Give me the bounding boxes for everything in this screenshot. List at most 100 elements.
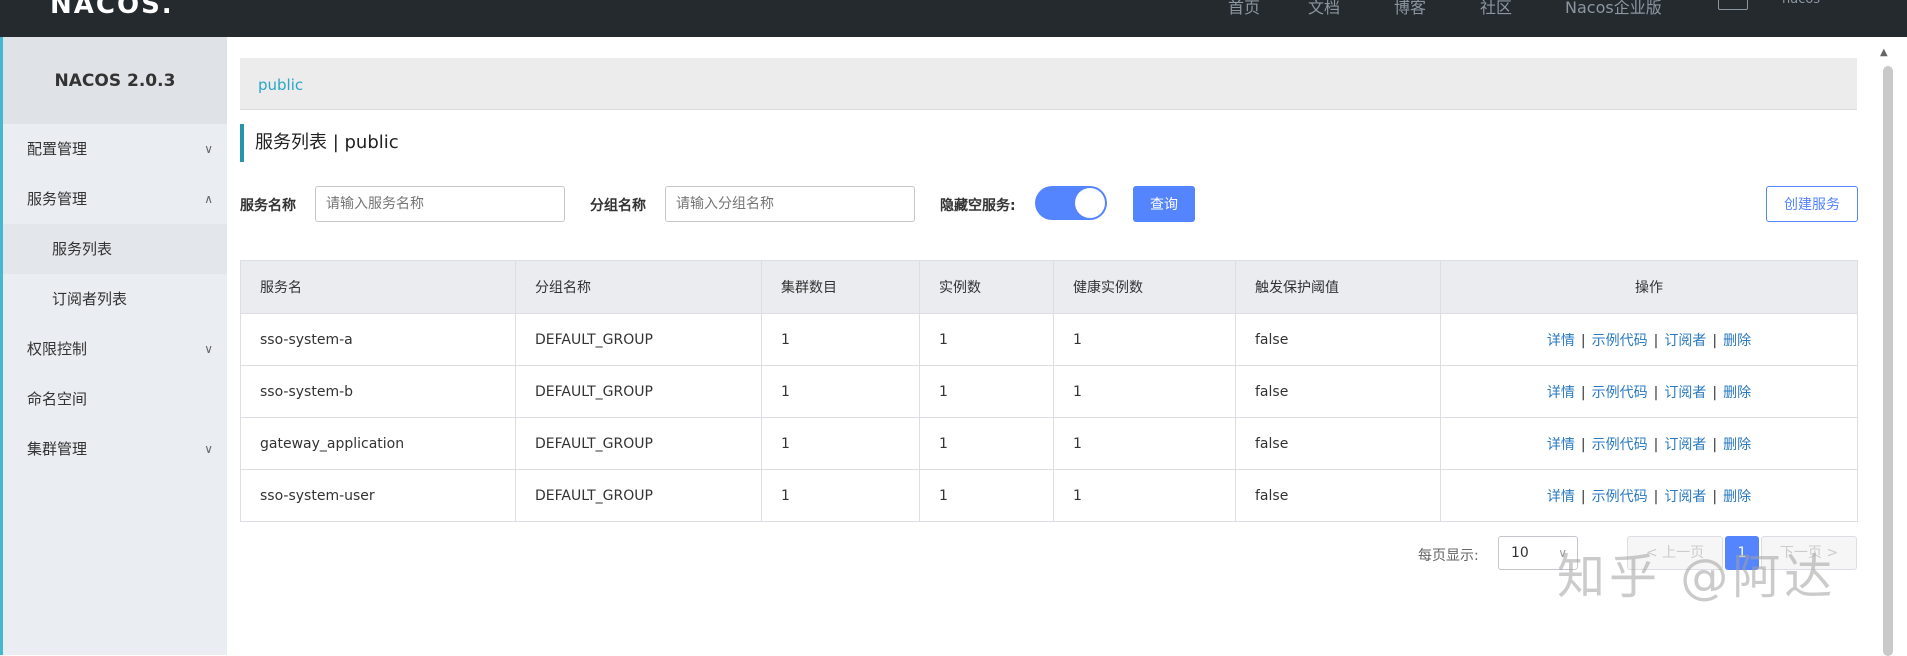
service-name-label: 服务名称: [240, 198, 296, 214]
cell-operations: 详情 | 示例代码 | 订阅者 | 删除: [1440, 469, 1858, 522]
cell-cluster-count: 1: [761, 313, 920, 366]
sidebar-item-label: 命名空间: [27, 390, 88, 408]
cell-cluster-count: 1: [761, 417, 920, 470]
service-name-input[interactable]: [315, 186, 565, 222]
sidebar: NACOS 2.0.3 配置管理 ∨ 服务管理 ∧ 服务列表 订阅者列表 权限控…: [0, 37, 227, 655]
service-table: 服务名 分组名称 集群数目 实例数 健康实例数 触发保护阈值 操作 sso-sy…: [240, 260, 1858, 522]
chevron-down-icon: ∨: [204, 142, 213, 156]
create-service-button[interactable]: 创建服务: [1766, 186, 1858, 222]
nav-enterprise[interactable]: Nacos企业版: [1565, 0, 1662, 18]
main-content: public 服务列表 | public 服务名称 分组名称 隐藏空服务: 查询…: [227, 37, 1877, 655]
namespace-breadcrumb: public: [240, 58, 1857, 110]
page-title: 服务列表 | public: [240, 124, 399, 162]
cell-cluster-count: 1: [761, 469, 920, 522]
delete-link[interactable]: 删除: [1723, 489, 1751, 505]
group-name-input[interactable]: [665, 186, 915, 222]
cell-protect-threshold: false: [1235, 469, 1441, 522]
nacos-logo[interactable]: NACOS.: [50, 0, 174, 20]
sidebar-item-label: 服务管理: [27, 190, 88, 208]
table-header-row: 服务名 分组名称 集群数目 实例数 健康实例数 触发保护阈值 操作: [240, 260, 1858, 314]
cell-group-name: DEFAULT_GROUP: [515, 469, 762, 522]
subscribers-link[interactable]: 订阅者: [1664, 489, 1706, 505]
chevron-up-icon: ∧: [204, 192, 213, 206]
subscribers-link[interactable]: 订阅者: [1664, 333, 1706, 349]
detail-link[interactable]: 详情: [1547, 333, 1575, 349]
nav-blog[interactable]: 博客: [1394, 0, 1426, 18]
page-size-label: 每页显示:: [1418, 548, 1479, 564]
language-switch-button[interactable]: [1718, 0, 1748, 10]
cell-group-name: DEFAULT_GROUP: [515, 365, 762, 418]
cell-operations: 详情 | 示例代码 | 订阅者 | 删除: [1440, 313, 1858, 366]
cell-healthy-count: 1: [1053, 365, 1236, 418]
col-healthy-count: 健康实例数: [1053, 260, 1236, 314]
table-row: sso-system-a DEFAULT_GROUP 1 1 1 false 详…: [240, 313, 1858, 366]
sidebar-item-service-management[interactable]: 服务管理 ∧: [3, 174, 227, 224]
subscribers-link[interactable]: 订阅者: [1664, 385, 1706, 401]
chevron-down-icon: ∨: [204, 342, 213, 356]
query-button[interactable]: 查询: [1133, 186, 1195, 222]
sidebar-item-namespace[interactable]: 命名空间: [3, 374, 227, 424]
cell-service-name: sso-system-b: [240, 365, 516, 418]
table-row: sso-system-user DEFAULT_GROUP 1 1 1 fals…: [240, 469, 1858, 522]
delete-link[interactable]: 删除: [1723, 385, 1751, 401]
detail-link[interactable]: 详情: [1547, 437, 1575, 453]
top-navbar: NACOS. 首页 文档 博客 社区 Nacos企业版 nacos: [0, 0, 1907, 37]
delete-link[interactable]: 删除: [1723, 437, 1751, 453]
col-service-name: 服务名: [240, 260, 516, 314]
watermark: 知乎 @阿达: [1557, 549, 1837, 605]
sidebar-title: NACOS 2.0.3: [3, 37, 227, 124]
subscribers-link[interactable]: 订阅者: [1664, 437, 1706, 453]
namespace-tab-public[interactable]: public: [258, 76, 303, 94]
col-protect-threshold: 触发保护阈值: [1235, 260, 1441, 314]
scrollbar-thumb[interactable]: [1883, 66, 1893, 656]
cell-instance-count: 1: [919, 365, 1054, 418]
col-instance-count: 实例数: [919, 260, 1054, 314]
cell-cluster-count: 1: [761, 365, 920, 418]
col-group-name: 分组名称: [515, 260, 762, 314]
sample-code-link[interactable]: 示例代码: [1592, 385, 1648, 401]
sample-code-link[interactable]: 示例代码: [1592, 437, 1648, 453]
nav-community[interactable]: 社区: [1480, 0, 1512, 18]
cell-group-name: DEFAULT_GROUP: [515, 417, 762, 470]
table-row: gateway_application DEFAULT_GROUP 1 1 1 …: [240, 417, 1858, 470]
nav-docs[interactable]: 文档: [1308, 0, 1340, 18]
hide-empty-label: 隐藏空服务:: [940, 198, 1016, 214]
detail-link[interactable]: 详情: [1547, 385, 1575, 401]
sidebar-item-access-control[interactable]: 权限控制 ∨: [3, 324, 227, 374]
cell-group-name: DEFAULT_GROUP: [515, 313, 762, 366]
toggle-knob: [1075, 188, 1105, 218]
cell-service-name: sso-system-user: [240, 469, 516, 522]
group-name-label: 分组名称: [590, 198, 646, 214]
sample-code-link[interactable]: 示例代码: [1592, 489, 1648, 505]
cell-instance-count: 1: [919, 313, 1054, 366]
cell-operations: 详情 | 示例代码 | 订阅者 | 删除: [1440, 417, 1858, 470]
delete-link[interactable]: 删除: [1723, 333, 1751, 349]
user-menu[interactable]: nacos: [1782, 0, 1820, 7]
cell-protect-threshold: false: [1235, 313, 1441, 366]
sidebar-item-subscriber-list[interactable]: 订阅者列表: [3, 274, 227, 324]
cell-instance-count: 1: [919, 469, 1054, 522]
cell-healthy-count: 1: [1053, 313, 1236, 366]
hide-empty-toggle[interactable]: [1035, 186, 1107, 220]
cell-service-name: gateway_application: [240, 417, 516, 470]
sidebar-item-config-management[interactable]: 配置管理 ∨: [3, 124, 227, 174]
cell-instance-count: 1: [919, 417, 1054, 470]
cell-operations: 详情 | 示例代码 | 订阅者 | 删除: [1440, 365, 1858, 418]
sidebar-item-label: 权限控制: [27, 340, 88, 358]
cell-healthy-count: 1: [1053, 469, 1236, 522]
table-row: sso-system-b DEFAULT_GROUP 1 1 1 false 详…: [240, 365, 1858, 418]
sidebar-item-service-list[interactable]: 服务列表: [3, 224, 227, 274]
col-cluster-count: 集群数目: [761, 260, 920, 314]
col-operations: 操作: [1440, 260, 1858, 314]
sidebar-item-cluster-management[interactable]: 集群管理 ∨: [3, 424, 227, 474]
scroll-up-arrow-icon[interactable]: ▲: [1880, 47, 1888, 58]
page-size-value: 10: [1511, 545, 1529, 561]
sidebar-item-label: 集群管理: [27, 440, 88, 458]
detail-link[interactable]: 详情: [1547, 489, 1575, 505]
nav-home[interactable]: 首页: [1228, 0, 1260, 18]
sidebar-item-label: 配置管理: [27, 140, 88, 158]
cell-service-name: sso-system-a: [240, 313, 516, 366]
cell-healthy-count: 1: [1053, 417, 1236, 470]
cell-protect-threshold: false: [1235, 365, 1441, 418]
sample-code-link[interactable]: 示例代码: [1592, 333, 1648, 349]
